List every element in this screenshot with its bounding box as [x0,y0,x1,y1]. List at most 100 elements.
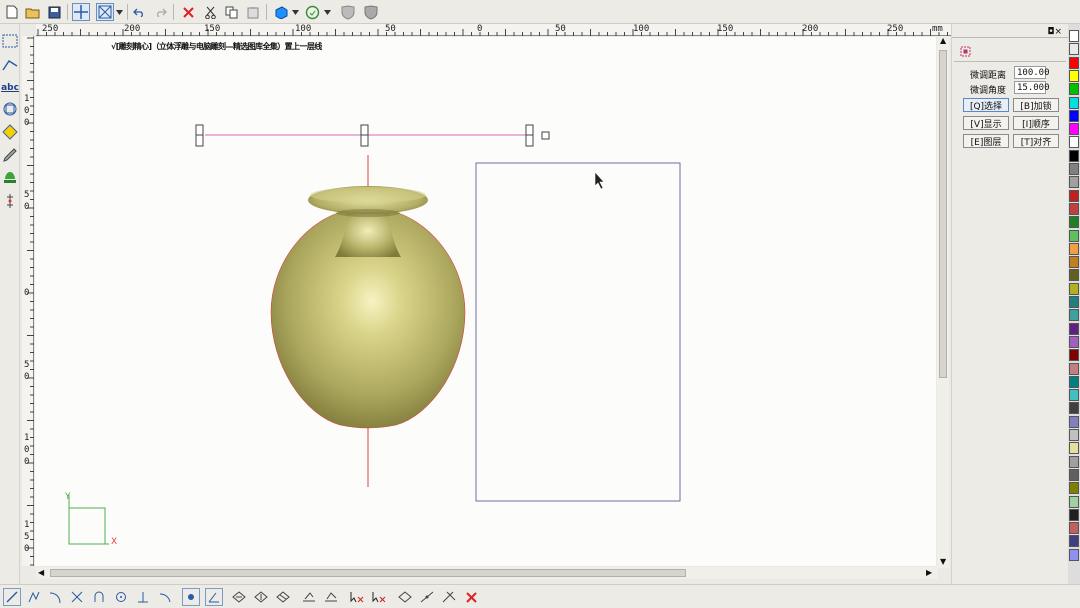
scroll-right-icon[interactable]: ▶ [926,568,932,577]
arc-tool-icon[interactable] [46,588,64,606]
line-tool-icon[interactable] [3,588,21,606]
open-folder-icon[interactable] [24,3,42,21]
color-swatch[interactable] [1069,349,1079,362]
dropdown-arrow-icon[interactable] [114,3,124,21]
color-swatch[interactable] [1069,123,1079,136]
fine-angle-input[interactable]: 15.000 [1014,81,1050,94]
shield-outline-icon[interactable] [339,3,357,21]
align-button[interactable]: [T]对齐 [1013,134,1059,148]
fill-tool-icon[interactable] [1,123,19,141]
color-swatch[interactable] [1069,136,1079,149]
rotation-handle[interactable] [541,131,550,140]
shape-3d-icon[interactable] [272,3,290,21]
diamond-node-icon[interactable] [274,588,292,606]
color-swatch[interactable] [1069,30,1079,42]
scroll-thumb[interactable] [50,569,686,577]
polyline-tool-icon[interactable] [25,588,43,606]
color-swatch[interactable] [1069,69,1079,82]
color-swatch[interactable] [1069,43,1079,56]
vertical-scrollbar[interactable]: ▲ ▼ [937,36,949,568]
tangent-tool-icon[interactable] [156,588,174,606]
diamond-node-icon[interactable] [252,588,270,606]
scroll-down-icon[interactable]: ▼ [940,557,946,566]
color-swatch[interactable] [1069,362,1079,375]
panel-window-controls[interactable]: ◘× [1047,27,1062,37]
cursor-delete-icon[interactable] [370,588,388,606]
trim-node-icon[interactable] [440,588,458,606]
color-swatch[interactable] [1069,269,1079,282]
perpendicular-tool-icon[interactable] [134,588,152,606]
color-swatch[interactable] [1069,309,1079,322]
layer-button[interactable]: [E]图层 [963,134,1009,148]
color-swatch[interactable] [1069,335,1079,348]
break-node-icon[interactable] [396,588,414,606]
box-select-icon[interactable] [96,3,114,21]
vase-relief-model[interactable] [270,186,466,429]
fine-distance-input[interactable]: 100.00 [1014,66,1050,79]
color-swatch[interactable] [1069,522,1079,535]
color-swatch[interactable] [1069,149,1079,162]
empty-rectangle-frame[interactable] [475,162,681,502]
color-swatch[interactable] [1069,482,1079,495]
selection-handle[interactable] [525,124,534,147]
redo-icon[interactable] [152,3,170,21]
color-swatch[interactable] [1069,508,1079,521]
color-swatch[interactable] [1069,415,1079,428]
select-button[interactable]: [Q]选择 [963,98,1009,112]
color-swatch[interactable] [1069,429,1079,441]
node-align-icon[interactable] [300,588,318,606]
horizontal-scrollbar[interactable]: ◀ ▶ [36,567,938,579]
color-swatch[interactable] [1069,548,1079,561]
scroll-thumb[interactable] [939,50,947,378]
shield-filled-icon[interactable] [362,3,380,21]
color-swatch[interactable] [1069,442,1079,455]
color-swatch[interactable] [1069,296,1079,308]
select-box-tool-icon[interactable] [1,32,19,50]
color-swatch[interactable] [1069,96,1079,109]
color-swatch[interactable] [1069,389,1079,402]
paste-icon[interactable] [244,3,262,21]
cut-icon[interactable] [201,3,219,21]
snap-angle-icon[interactable] [205,588,223,606]
color-swatch[interactable] [1069,242,1079,255]
curve-tool-icon[interactable] [90,588,108,606]
color-swatch[interactable] [1069,56,1079,69]
drawing-canvas[interactable]: √[雕刻精心]（立体浮雕与电脑雕刻—精选图库全集）置上一层线 Y X [35,37,936,566]
color-swatch[interactable] [1069,202,1079,215]
copy-icon[interactable] [222,3,240,21]
color-swatch[interactable] [1069,83,1079,96]
color-swatch[interactable] [1069,322,1079,335]
color-swatch[interactable] [1069,216,1079,229]
measure-tool-icon[interactable] [1,192,19,210]
crosshair-tool-icon[interactable] [72,3,90,21]
snap-point-icon[interactable] [182,588,200,606]
intersect-tool-icon[interactable] [68,588,86,606]
color-swatch[interactable] [1069,402,1079,415]
circle-tool-icon[interactable] [112,588,130,606]
relief-tool-icon[interactable] [1,169,19,187]
color-swatch[interactable] [1069,256,1079,269]
color-swatch[interactable] [1069,535,1079,548]
join-node-icon[interactable] [418,588,436,606]
color-swatch[interactable] [1069,109,1079,122]
color-swatch[interactable] [1069,163,1079,175]
selection-handle[interactable] [195,124,204,147]
node-smooth-icon[interactable] [322,588,340,606]
pen-tool-icon[interactable] [1,146,19,164]
color-swatch[interactable] [1069,176,1079,189]
show-button[interactable]: [V]显示 [963,116,1009,130]
cancel-red-x-icon[interactable] [462,588,480,606]
lock-button[interactable]: [B]加锁 [1013,98,1059,112]
save-icon[interactable] [45,3,63,21]
diamond-node-icon[interactable] [230,588,248,606]
color-swatch[interactable] [1069,229,1079,242]
rotate-refresh-icon[interactable] [303,3,321,21]
dropdown-arrow-icon[interactable] [290,3,300,21]
delete-icon[interactable] [179,3,197,21]
text-tool-icon[interactable]: abc [1,79,19,97]
order-button[interactable]: [I]顺序 [1013,116,1059,130]
scroll-up-icon[interactable]: ▲ [940,36,946,45]
color-swatch[interactable] [1069,282,1079,295]
color-swatch[interactable] [1069,468,1079,481]
node-edit-tool-icon[interactable] [1,56,19,74]
